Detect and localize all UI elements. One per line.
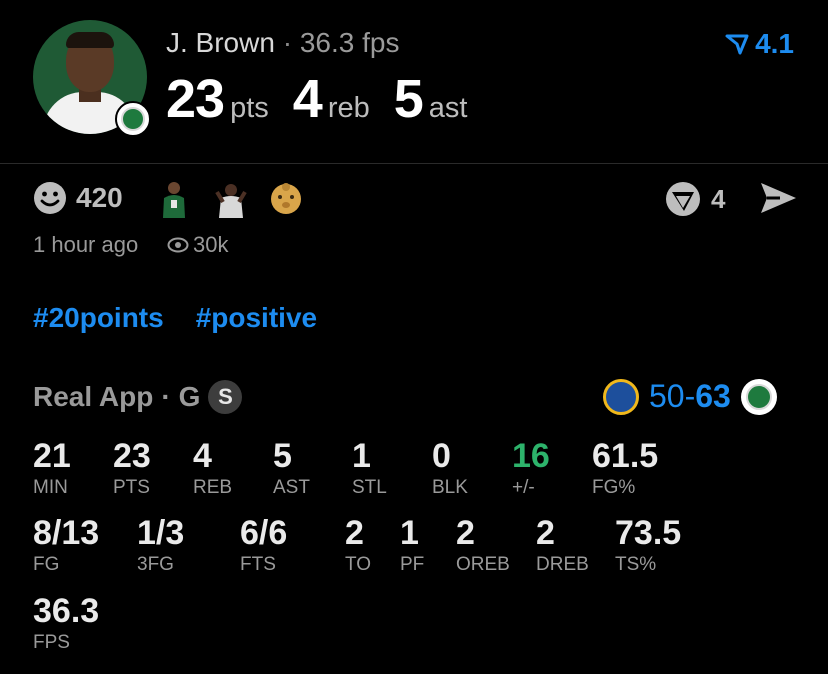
stat-value: 16 (512, 437, 550, 475)
stat-value: 36.3 (33, 592, 100, 630)
stat-label: REB (193, 477, 233, 498)
post-time: 1 hour ago (33, 232, 139, 257)
smiley-reaction-icon[interactable] (33, 181, 67, 215)
player-name-line[interactable]: J. Brown · 36.3 fps (166, 27, 399, 59)
assists-value: 5 (393, 69, 424, 129)
rating-value: 4.1 (755, 28, 794, 59)
baby-face-icon[interactable] (266, 178, 306, 218)
rating-badge[interactable]: 4.1 (725, 28, 794, 60)
stat-label: +/- (512, 477, 535, 498)
hashtag-positive[interactable]: #positive (196, 302, 317, 334)
stat-value: 2 (456, 514, 475, 552)
source-dot: · (161, 381, 171, 412)
view-count-value: 30k (193, 232, 229, 257)
view-count: 30k (167, 232, 228, 258)
stat-value: 73.5 (615, 514, 682, 552)
stat-3fg: 1/3 3FG (137, 514, 184, 576)
stat-label: FG% (592, 477, 636, 498)
away-score: 50 (649, 378, 685, 414)
stat-label: FG (33, 554, 60, 575)
stat-value: 1 (352, 437, 371, 475)
player-reaction-icon[interactable] (154, 178, 194, 218)
stat-ts-pct: 73.5 TS% (615, 514, 681, 576)
player-name[interactable]: J. Brown (166, 27, 275, 58)
celtics-logo-icon (740, 378, 777, 415)
stat-label: FPS (33, 632, 70, 653)
stat-fts: 6/6 FTS (240, 514, 287, 576)
starter-badge: S (208, 380, 243, 414)
warriors-logo-icon (603, 378, 639, 415)
stat-value: 2 (536, 514, 555, 552)
score-text: 50-63 (649, 378, 731, 415)
stat-oreb: 2 OREB (456, 514, 510, 576)
header-divider (0, 163, 828, 164)
reel-icon[interactable] (664, 180, 702, 218)
stat-label: TS% (615, 554, 657, 575)
stat-label: DREB (536, 554, 589, 575)
score-dash: - (684, 378, 696, 414)
share-send-icon[interactable] (758, 180, 798, 216)
stat-reb: 4 REB (193, 437, 232, 499)
stat-value: 2 (345, 514, 364, 552)
reel-count: 4 (711, 184, 726, 214)
stat-label: MIN (33, 477, 68, 498)
home-score: 63 (695, 378, 731, 414)
stat-fg: 8/13 FG (33, 514, 99, 576)
hashtag-20points[interactable]: #20points (33, 302, 164, 334)
stat-value: 5 (273, 437, 292, 475)
player-reaction-icon[interactable] (211, 178, 251, 218)
assists-unit: ast (428, 92, 468, 124)
celtics-logo-icon (115, 101, 151, 137)
source-name: Real App (33, 381, 154, 412)
stat-pts: 23 PTS (113, 437, 151, 499)
stat-min: 21 MIN (33, 437, 71, 499)
name-separator: · (282, 27, 293, 58)
stat-label: 3FG (137, 554, 174, 575)
stat-value: 23 (113, 437, 151, 475)
game-source[interactable]: Real App · G S (33, 380, 243, 414)
stat-to: 2 TO (345, 514, 371, 576)
stat-label: FTS (240, 554, 276, 575)
stat-value: 0 (432, 437, 451, 475)
rebounds-value: 4 (292, 69, 323, 129)
hashtag-list: #20points #positive (33, 302, 317, 334)
stat-fps: 36.3 FPS (33, 592, 99, 654)
stat-dreb: 2 DREB (536, 514, 589, 576)
eye-icon (167, 237, 189, 253)
player-position: G (178, 381, 201, 412)
stat-value: 61.5 (592, 437, 659, 475)
stat-pf: 1 PF (400, 514, 424, 576)
stat-value: 4 (193, 437, 212, 475)
stat-label: PF (400, 554, 425, 575)
stat-label: PTS (113, 477, 150, 498)
stat-value: 6/6 (240, 514, 288, 552)
headline-stats: 23 pts 4 reb 5 ast (166, 68, 491, 130)
reaction-count[interactable]: 420 (76, 182, 123, 214)
stat-label: STL (352, 477, 387, 498)
rebounds-unit: reb (327, 92, 370, 124)
stat-blk: 0 BLK (432, 437, 468, 499)
stat-value: 8/13 (33, 514, 100, 552)
stat-label: AST (273, 477, 310, 498)
player-fps: 36.3 fps (299, 27, 400, 58)
stat-label: BLK (432, 477, 468, 498)
stat-label: OREB (456, 554, 510, 575)
game-score[interactable]: 50-63 (603, 378, 777, 415)
stat-value: 1 (400, 514, 419, 552)
stat-ast: 5 AST (273, 437, 310, 499)
stat-plus-minus: 16 +/- (512, 437, 550, 499)
stat-stl: 1 STL (352, 437, 387, 499)
points-unit: pts (230, 92, 269, 124)
stat-value: 21 (33, 437, 71, 475)
stat-label: TO (345, 554, 372, 575)
stat-value: 1/3 (137, 514, 185, 552)
rating-arrow-icon (725, 34, 749, 55)
stat-fg-pct: 61.5 FG% (592, 437, 658, 499)
points-value: 23 (166, 69, 225, 129)
